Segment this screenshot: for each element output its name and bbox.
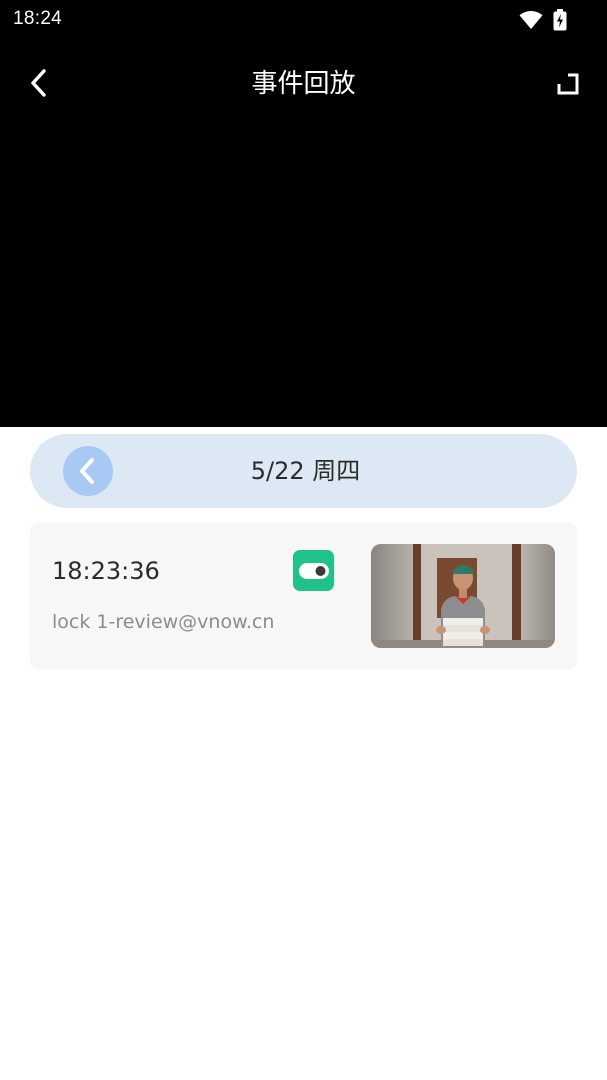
- status-bar: 18:24: [0, 0, 607, 40]
- page-title: 事件回放: [251, 69, 356, 99]
- lock-toggle-icon: [293, 550, 334, 591]
- wifi-icon: [519, 10, 543, 34]
- title-bar: 事件回放: [0, 58, 607, 110]
- date-label: 5/22 周四: [250, 457, 361, 485]
- delivery-person-thumbnail[interactable]: [371, 544, 555, 648]
- battery-charging-icon: [553, 9, 567, 35]
- status-time: 18:24: [13, 8, 63, 29]
- event-time: 18:23:36: [52, 557, 160, 585]
- status-icons: [519, 9, 567, 35]
- fullscreen-button[interactable]: [553, 68, 585, 100]
- date-bar: 5/22 周四: [30, 434, 577, 508]
- event-user: lock 1-review@vnow.cn: [52, 611, 275, 633]
- event-list-item[interactable]: 18:23:36 lock 1-review@vnow.cn: [30, 522, 577, 670]
- fullscreen-toggle-icon: [557, 73, 579, 95]
